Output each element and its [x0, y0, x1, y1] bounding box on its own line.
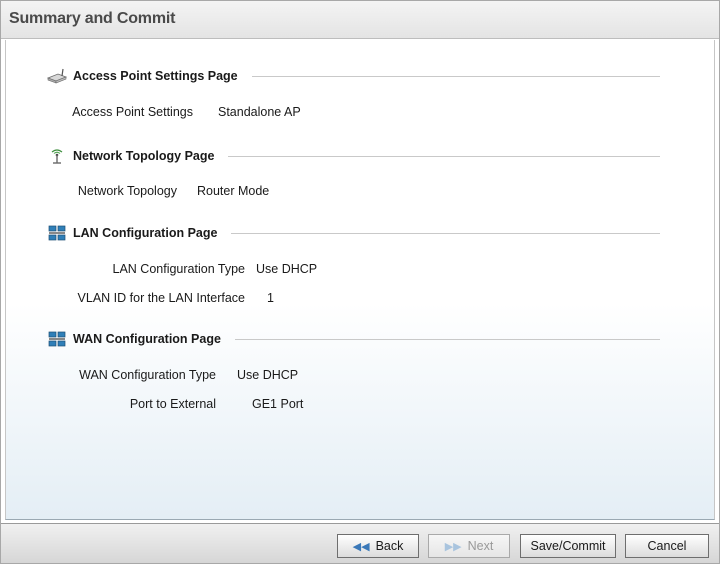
row-value: Router Mode: [197, 184, 270, 198]
network-icon: [46, 224, 68, 242]
dialog-title: Summary and Commit: [9, 10, 176, 27]
cancel-label: Cancel: [647, 539, 687, 553]
row-value: Use DHCP: [237, 368, 299, 382]
section-network-topology: Network Topology Page: [46, 147, 660, 165]
next-label: Next: [467, 539, 494, 553]
row-value: 1: [267, 291, 274, 305]
antenna-icon: [46, 147, 68, 165]
access-point-icon: [46, 67, 68, 85]
save-commit-button[interactable]: Save/Commit: [520, 534, 616, 558]
cancel-button[interactable]: Cancel: [625, 534, 709, 558]
dialog-title-bar: Summary and Commit: [1, 1, 719, 39]
summary-row: Access Point Settings Standalone AP: [6, 105, 706, 121]
save-commit-label: Save/Commit: [530, 539, 606, 553]
row-label: Network Topology: [77, 184, 177, 198]
back-button[interactable]: ◀◀ Back: [337, 534, 419, 558]
section-lan-configuration: LAN Configuration Page: [46, 224, 660, 242]
section-divider: [231, 232, 660, 234]
section-heading: LAN Configuration Page: [73, 226, 218, 240]
forward-icon: ▶▶: [444, 540, 462, 553]
dialog-footer: ◀◀ Back ▶▶ Next Save/Commit Cancel: [1, 523, 719, 563]
row-value: Use DHCP: [256, 262, 318, 276]
summary-row: WAN Configuration Type Use DHCP: [6, 368, 706, 384]
row-label: LAN Configuration Type: [112, 262, 246, 276]
row-value: Standalone AP: [218, 105, 301, 119]
section-heading: WAN Configuration Page: [73, 332, 221, 346]
section-divider: [228, 155, 660, 157]
row-label: WAN Configuration Type: [79, 368, 216, 382]
summary-content: Access Point Settings Page Access Point …: [5, 40, 715, 520]
row-value: GE1 Port: [252, 397, 304, 411]
section-heading: Access Point Settings Page: [73, 69, 238, 83]
row-label: Port to External: [129, 397, 216, 411]
summary-row: VLAN ID for the LAN Interface 1: [6, 291, 706, 307]
section-wan-configuration: WAN Configuration Page: [46, 330, 660, 348]
summary-row: LAN Configuration Type Use DHCP: [6, 262, 706, 278]
network-icon: [46, 330, 68, 348]
row-label: Access Point Settings: [72, 105, 193, 119]
section-divider: [234, 338, 660, 340]
summary-row: Network Topology Router Mode: [6, 184, 706, 200]
next-button[interactable]: ▶▶ Next: [428, 534, 510, 558]
section-access-point-settings: Access Point Settings Page: [46, 67, 660, 85]
back-label: Back: [375, 539, 404, 553]
rewind-icon: ◀◀: [352, 540, 370, 553]
section-divider: [251, 75, 660, 77]
summary-commit-dialog: Summary and Commit Access Point Settings…: [0, 0, 720, 564]
section-heading: Network Topology Page: [73, 149, 215, 163]
summary-row: Port to External GE1 Port: [6, 397, 706, 413]
row-label: VLAN ID for the LAN Interface: [77, 291, 245, 305]
